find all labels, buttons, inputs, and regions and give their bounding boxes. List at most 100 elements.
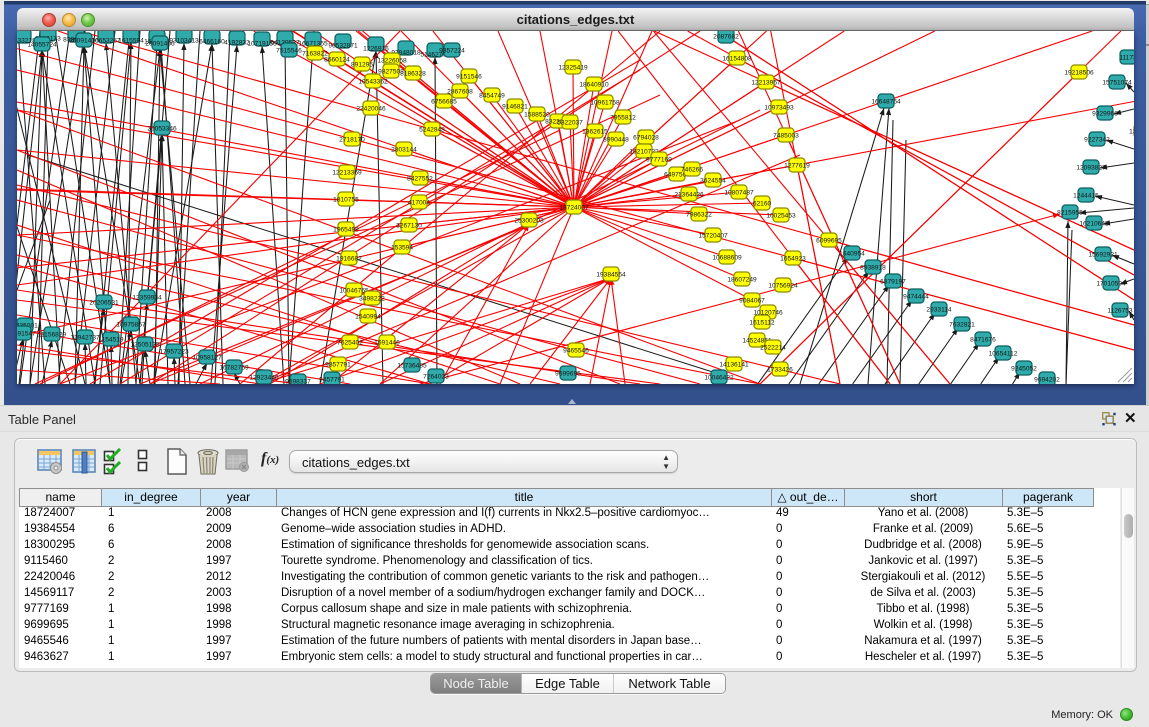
svg-text:1615594: 1615594 [118, 38, 144, 45]
svg-text:14136141: 14136141 [719, 361, 749, 368]
svg-text:10756924: 10756924 [768, 282, 798, 289]
svg-text:10958127: 10958127 [192, 354, 222, 361]
svg-text:1733426: 1733426 [767, 366, 793, 373]
svg-text:7955812: 7955812 [610, 114, 636, 121]
svg-text:7485003: 7485003 [773, 132, 799, 139]
svg-text:2391547: 2391547 [17, 330, 36, 337]
svg-text:9357224: 9357224 [439, 47, 465, 54]
svg-text:16210643: 16210643 [1079, 220, 1109, 227]
svg-text:3498222: 3498222 [359, 295, 385, 302]
svg-text:96532871: 96532871 [328, 43, 358, 50]
svg-text:12213957: 12213957 [751, 79, 781, 86]
svg-text:13226058: 13226058 [377, 57, 407, 64]
svg-text:10975857: 10975857 [116, 321, 146, 328]
svg-text:9857791: 9857791 [325, 361, 351, 368]
svg-text:6756685: 6756685 [431, 98, 457, 105]
svg-text:8427552: 8427552 [407, 175, 433, 182]
svg-text:8471676: 8471676 [970, 336, 996, 343]
svg-text:1277619: 1277619 [784, 162, 810, 169]
svg-text:18724007: 18724007 [559, 204, 589, 211]
svg-text:20091406: 20091406 [145, 40, 175, 47]
svg-text:8186328: 8186328 [400, 70, 426, 77]
svg-text:11156829: 11156829 [38, 331, 67, 338]
svg-text:1810755: 1810755 [333, 196, 359, 203]
svg-text:20053346: 20053346 [147, 125, 177, 132]
svg-text:1588520: 1588520 [524, 111, 550, 118]
svg-text:22420046: 22420046 [356, 105, 386, 112]
svg-text:10688609: 10688609 [712, 254, 742, 261]
svg-text:6466160: 6466160 [199, 39, 225, 46]
svg-text:417004: 417004 [408, 199, 430, 206]
svg-text:1126753: 1126753 [1107, 307, 1133, 314]
svg-text:1654923: 1654923 [780, 255, 806, 262]
svg-text:8454749: 8454749 [479, 92, 505, 99]
svg-text:12093827: 12093827 [1076, 164, 1106, 171]
svg-text:20091406: 20091406 [69, 37, 99, 44]
svg-text:1362615: 1362615 [582, 128, 608, 135]
svg-text:1540994: 1540994 [355, 313, 381, 320]
svg-text:9084067: 9084067 [739, 297, 765, 304]
svg-text:16648764: 16648764 [871, 98, 901, 105]
svg-text:9227342: 9227342 [1084, 136, 1110, 143]
svg-text:1332546: 1332546 [1129, 128, 1134, 135]
svg-text:14055724: 14055724 [27, 41, 57, 48]
svg-text:9777169: 9777169 [646, 156, 672, 163]
svg-text:12505135: 12505135 [130, 341, 160, 348]
svg-text:746266: 746266 [681, 166, 703, 173]
svg-text:4192832: 4192832 [224, 40, 250, 47]
svg-text:891295: 891295 [351, 61, 373, 68]
svg-text:153594: 153594 [391, 244, 413, 251]
svg-text:1965498: 1965498 [333, 226, 359, 233]
svg-text:6879197: 6879197 [880, 278, 906, 285]
svg-text:9329966: 9329966 [1092, 110, 1118, 117]
svg-text:2087682: 2087682 [713, 33, 739, 40]
svg-text:15720407: 15720407 [698, 232, 728, 239]
svg-text:7632821: 7632821 [949, 321, 975, 328]
svg-text:9694202: 9694202 [1034, 376, 1060, 383]
svg-text:12923446: 12923446 [249, 374, 279, 381]
svg-text:10807487: 10807487 [724, 189, 754, 196]
svg-text:19218506: 19218506 [1064, 69, 1094, 76]
svg-text:9699695: 9699695 [555, 370, 581, 377]
svg-text:9457791: 9457791 [319, 376, 345, 383]
svg-text:10973493: 10973493 [764, 104, 794, 111]
svg-text:9465546: 9465546 [563, 347, 589, 354]
svg-text:17010504: 17010504 [1096, 280, 1126, 287]
svg-text:10961758: 10961758 [590, 99, 620, 106]
svg-text:12359934: 12359934 [132, 294, 162, 301]
svg-text:19384554: 19384554 [596, 271, 626, 278]
svg-text:18640910: 18640910 [579, 81, 609, 88]
svg-text:1244415: 1244415 [1073, 192, 1099, 199]
svg-text:12213369: 12213369 [332, 169, 362, 176]
svg-text:12325419: 12325419 [558, 64, 588, 71]
svg-text:12942737: 12942737 [70, 334, 100, 341]
svg-text:3267130: 3267130 [396, 222, 422, 229]
svg-text:1615112: 1615112 [749, 319, 775, 326]
svg-text:8938918: 8938918 [860, 264, 886, 271]
svg-text:10025453: 10025453 [766, 212, 796, 219]
svg-text:9151546: 9151546 [456, 73, 482, 80]
svg-text:1691446: 1691446 [374, 339, 400, 346]
svg-text:15692921: 15692921 [1088, 251, 1118, 258]
svg-text:6794028: 6794028 [633, 134, 659, 141]
svg-text:17957223: 17957223 [159, 348, 189, 355]
svg-text:15736485: 15736485 [397, 362, 427, 369]
svg-text:2933114: 2933114 [926, 306, 952, 313]
svg-text:16154808: 16154808 [722, 55, 752, 62]
svg-text:5242848: 5242848 [419, 126, 445, 133]
svg-text:6099695: 6099695 [816, 237, 842, 244]
svg-text:10654112: 10654112 [989, 350, 1018, 357]
svg-text:7625402: 7625402 [337, 339, 363, 346]
svg-text:2803144: 2803144 [391, 146, 417, 153]
svg-text:9474444: 9474444 [903, 293, 929, 300]
svg-text:1640954: 1640954 [839, 250, 865, 257]
svg-text:1916682: 1916682 [336, 255, 362, 262]
svg-text:10543362: 10543362 [358, 78, 388, 85]
svg-text:11173: 11173 [1119, 54, 1134, 61]
svg-text:18607249: 18607249 [727, 276, 757, 283]
svg-text:15751074: 15751074 [1102, 79, 1132, 86]
svg-text:5322037: 5322037 [557, 119, 583, 126]
svg-text:20206531: 20206531 [89, 299, 119, 306]
svg-text:9245052: 9245052 [1011, 365, 1037, 372]
svg-text:7264023: 7264023 [423, 373, 449, 380]
